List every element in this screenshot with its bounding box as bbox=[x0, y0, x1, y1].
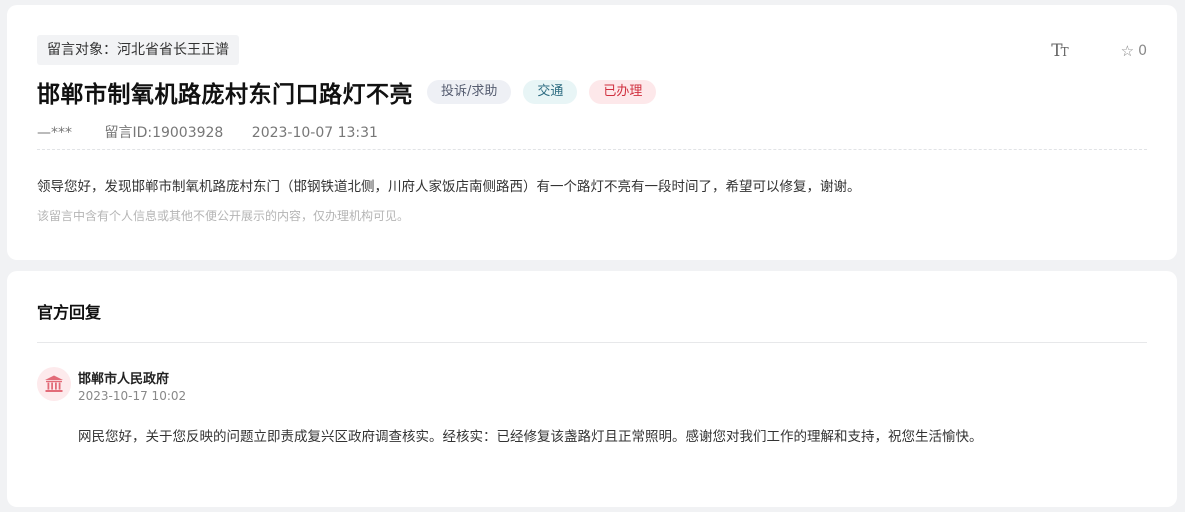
message-meta: —*** 留言ID:19003928 2023-10-07 13:31 bbox=[37, 122, 402, 142]
font-size-icon[interactable]: TT bbox=[1051, 41, 1068, 61]
reply-card: 官方回复 邯郸市人民政府 2023-10-17 10:02 网民您好，关于您反映… bbox=[7, 271, 1177, 507]
divider bbox=[37, 342, 1147, 343]
page-title: 邯郸市制氧机路庞村东门口路灯不亮 bbox=[37, 82, 413, 108]
type-badge: 投诉/求助 bbox=[427, 80, 512, 104]
government-building-icon bbox=[45, 375, 63, 392]
reply-heading: 官方回复 bbox=[37, 303, 102, 322]
toolbar: TT ☆ 0 bbox=[1051, 41, 1147, 61]
reply-datetime: 2023-10-17 10:02 bbox=[78, 389, 187, 403]
divider bbox=[37, 149, 1147, 150]
avatar bbox=[37, 367, 71, 401]
star-icon: ☆ bbox=[1120, 42, 1135, 60]
message-card: 留言对象：河北省省长王正谱 TT ☆ 0 邯郸市制氧机路庞村东门口路灯不亮 投诉… bbox=[7, 5, 1177, 260]
domain-badge: 交通 bbox=[523, 80, 578, 104]
message-content: 领导您好，发现邯郸市制氧机路庞村东门（邯钢铁道北侧，川府人家饭店南侧路西）有一个… bbox=[37, 179, 861, 195]
favorite-count: 0 bbox=[1138, 43, 1147, 59]
message-datetime: 2023-10-07 13:31 bbox=[251, 125, 378, 141]
author-name: —*** bbox=[37, 125, 72, 141]
privacy-note: 该留言中含有个人信息或其他不便公开展示的内容，仅办理机构可见。 bbox=[37, 209, 410, 223]
reply-content: 网民您好，关于您反映的问题立即责成复兴区政府调查核实。经核实：已经修复该盏路灯且… bbox=[78, 429, 983, 445]
favorite-button[interactable]: ☆ 0 bbox=[1121, 42, 1147, 60]
message-target-tag: 留言对象：河北省省长王正谱 bbox=[37, 35, 239, 65]
status-badge: 已办理 bbox=[589, 80, 657, 104]
reply-org-name: 邯郸市人民政府 bbox=[78, 372, 170, 387]
message-id: 留言ID:19003928 bbox=[104, 125, 224, 141]
title-row: 邯郸市制氧机路庞村东门口路灯不亮 投诉/求助 交通 已办理 bbox=[37, 75, 668, 109]
